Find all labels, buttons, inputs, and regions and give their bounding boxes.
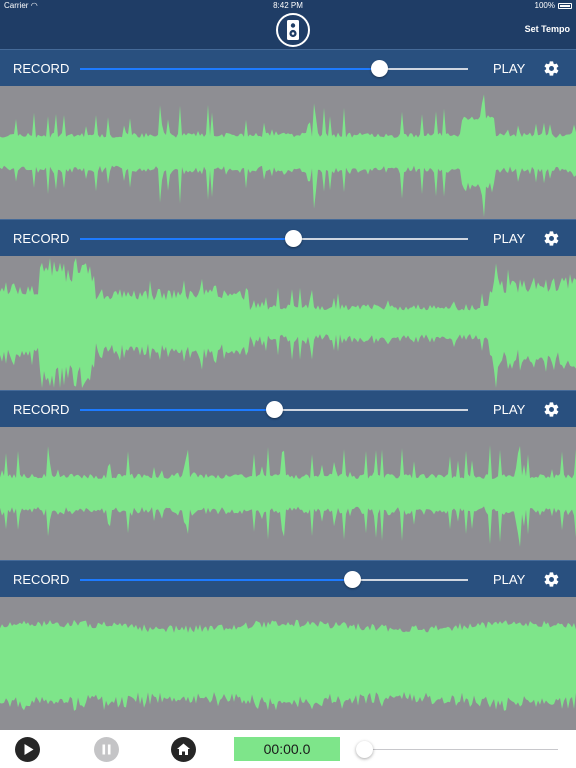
track-volume-slider[interactable] [80, 60, 468, 77]
waveform-shape [0, 619, 576, 711]
gear-icon[interactable] [543, 571, 560, 588]
track-controls-2: RECORD PLAY [0, 219, 576, 256]
track-controls-4: RECORD PLAY [0, 560, 576, 597]
battery-icon [558, 2, 572, 9]
record-button[interactable]: RECORD [13, 61, 69, 76]
waveform-shape [0, 445, 576, 547]
slider-fill [80, 579, 352, 581]
slider-fill [80, 409, 274, 411]
status-bar: Carrier ◠ 8:42 PM 100% [0, 0, 576, 12]
waveform-shape [0, 258, 576, 388]
position-slider-thumb[interactable] [356, 741, 373, 758]
track-volume-slider[interactable] [80, 571, 468, 588]
track-controls-3: RECORD PLAY [0, 390, 576, 427]
waveform-shape [0, 94, 576, 217]
slider-thumb[interactable] [370, 60, 388, 77]
waveform-2 [0, 256, 576, 390]
play-button[interactable]: PLAY [493, 402, 525, 417]
play-button[interactable]: PLAY [493, 61, 525, 76]
slider-thumb[interactable] [285, 230, 303, 247]
play-button[interactable]: PLAY [493, 231, 525, 246]
waveform-1 [0, 86, 576, 219]
play-button[interactable]: PLAY [493, 572, 525, 587]
position-slider-track[interactable] [364, 749, 558, 750]
record-button[interactable]: RECORD [13, 402, 69, 417]
set-tempo-button[interactable]: Set Tempo [525, 24, 570, 34]
battery-status: 100% [535, 1, 572, 10]
gear-icon[interactable] [543, 401, 560, 418]
status-time: 8:42 PM [273, 1, 303, 10]
track-controls-1: RECORD PLAY [0, 49, 576, 86]
pause-icon[interactable] [94, 737, 119, 762]
nav-bar: Set Tempo [0, 12, 576, 49]
waveform-4 [0, 597, 576, 730]
track-volume-slider[interactable] [80, 401, 468, 418]
slider-fill [80, 68, 379, 70]
slider-thumb[interactable] [343, 571, 361, 588]
gear-icon[interactable] [543, 60, 560, 77]
speaker-icon[interactable] [276, 13, 310, 47]
slider-thumb[interactable] [266, 401, 283, 418]
waveform-3 [0, 427, 576, 560]
record-button[interactable]: RECORD [13, 572, 69, 587]
track-volume-slider[interactable] [80, 230, 468, 247]
slider-fill [80, 238, 294, 240]
record-button[interactable]: RECORD [13, 231, 69, 246]
home-icon[interactable] [171, 737, 196, 762]
play-icon[interactable] [15, 737, 40, 762]
transport-bar: 00:00.0 [0, 730, 576, 768]
elapsed-time-display: 00:00.0 [234, 737, 340, 761]
gear-icon[interactable] [543, 230, 560, 247]
